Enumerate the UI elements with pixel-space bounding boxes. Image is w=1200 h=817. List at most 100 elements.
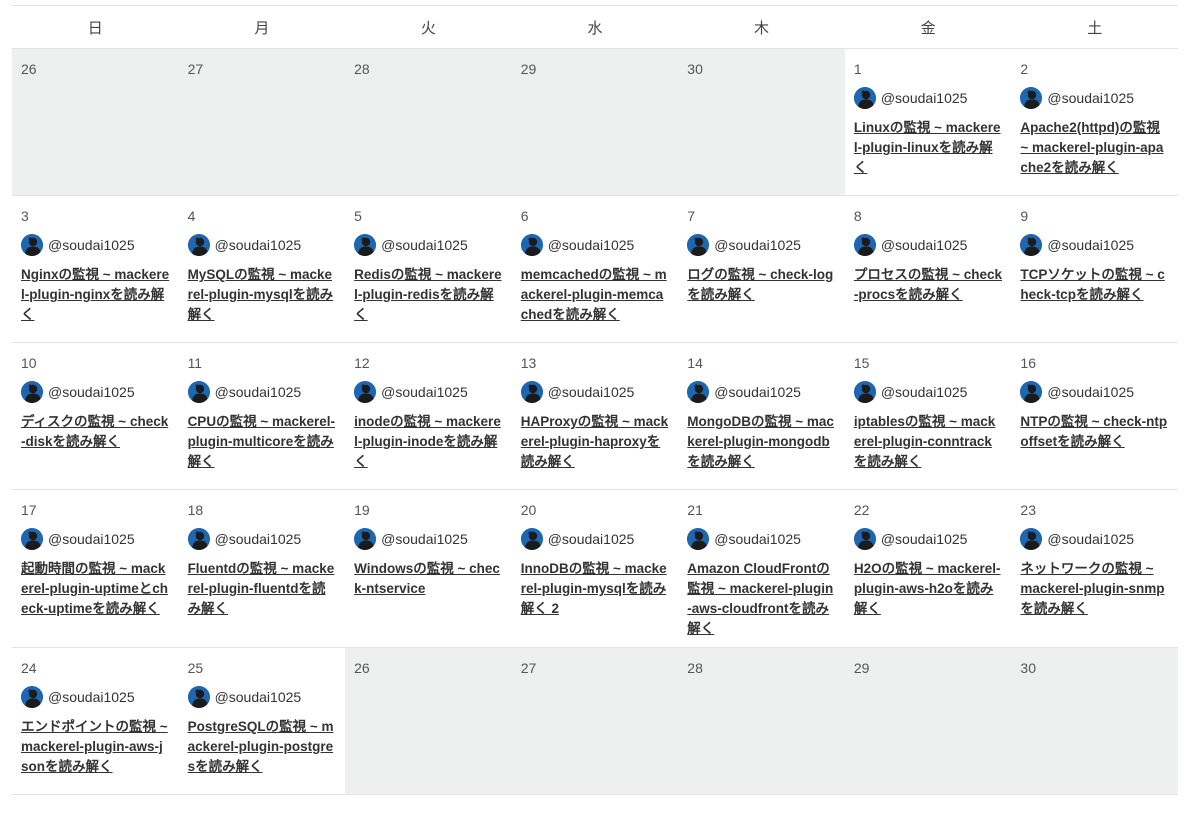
user-avatar-icon[interactable]: [21, 234, 43, 256]
user-avatar-icon[interactable]: [1020, 528, 1043, 550]
author-name[interactable]: @soudai1025: [548, 237, 635, 253]
entry-author[interactable]: @soudai1025: [187, 381, 337, 403]
author-name[interactable]: @soudai1025: [1047, 237, 1134, 253]
entry-title-link[interactable]: Apache2(httpd)の監視 ~ mackerel-plugin-apac…: [1020, 118, 1169, 178]
author-name[interactable]: @soudai1025: [548, 531, 635, 547]
author-name[interactable]: @soudai1025: [1047, 384, 1134, 400]
entry-title-link[interactable]: 起動時間の監視 ~ mackerel-plugin-uptimeとcheck-u…: [21, 559, 170, 619]
entry-title-link[interactable]: Windowsの監視 ~ check-ntservice: [354, 559, 503, 599]
entry-title-link[interactable]: TCPソケットの監視 ~ check-tcpを読み解く: [1020, 265, 1169, 305]
entry-author[interactable]: @soudai1025: [354, 528, 503, 550]
user-avatar-icon[interactable]: [187, 234, 210, 256]
entry-title-link[interactable]: Fluentdの監視 ~ mackerel-plugin-fluentdを読み解…: [188, 559, 337, 619]
entry-title-link[interactable]: ネットワークの監視 ~ mackerel-plugin-snmpを読み解く: [1020, 559, 1169, 619]
entry-title-link[interactable]: Redisの監視 ~ mackerel-plugin-redisを読み解く: [354, 265, 503, 325]
user-avatar-icon[interactable]: [187, 528, 210, 550]
user-avatar-icon[interactable]: [354, 528, 377, 550]
user-avatar-icon[interactable]: [1020, 87, 1043, 109]
entry-title-link[interactable]: CPUの監視 ~ mackerel-plugin-multicoreを読み解く: [188, 412, 337, 472]
user-avatar-icon[interactable]: [1020, 381, 1043, 403]
author-name[interactable]: @soudai1025: [714, 531, 801, 547]
entry-author[interactable]: @soudai1025: [21, 234, 170, 256]
author-name[interactable]: @soudai1025: [714, 237, 801, 253]
entry-author[interactable]: @soudai1025: [187, 234, 337, 256]
user-avatar-icon[interactable]: [687, 234, 710, 256]
user-avatar-icon[interactable]: [187, 686, 210, 708]
author-name[interactable]: @soudai1025: [215, 689, 302, 705]
entry-author[interactable]: @soudai1025: [520, 234, 670, 256]
author-name[interactable]: @soudai1025: [48, 384, 135, 400]
entry-author[interactable]: @soudai1025: [853, 234, 1003, 256]
user-avatar-icon[interactable]: [520, 234, 543, 256]
author-name[interactable]: @soudai1025: [48, 237, 135, 253]
entry-title-link[interactable]: InnoDBの監視 ~ mackerel-plugin-mysqlを読み解く 2: [521, 559, 670, 619]
user-avatar-icon[interactable]: [687, 381, 710, 403]
user-avatar-icon[interactable]: [853, 381, 876, 403]
entry-author[interactable]: @soudai1025: [687, 381, 836, 403]
author-name[interactable]: @soudai1025: [881, 237, 968, 253]
user-avatar-icon[interactable]: [1020, 234, 1043, 256]
author-name[interactable]: @soudai1025: [381, 237, 468, 253]
user-avatar-icon[interactable]: [21, 528, 43, 550]
user-avatar-icon[interactable]: [853, 234, 876, 256]
author-name[interactable]: @soudai1025: [881, 90, 968, 106]
entry-title-link[interactable]: memcachedの監視 ~ mackerel-plugin-memcached…: [521, 265, 670, 325]
entry-author[interactable]: @soudai1025: [187, 686, 337, 708]
user-avatar-icon[interactable]: [687, 528, 710, 550]
entry-title-link[interactable]: inodeの監視 ~ mackerel-plugin-inodeを読み解く: [354, 412, 503, 472]
entry-title-link[interactable]: Amazon CloudFrontの監視 ~ mackerel-plugin-a…: [687, 559, 836, 639]
entry-title-link[interactable]: プロセスの監視 ~ check-procsを読み解く: [854, 265, 1003, 305]
entry-title-link[interactable]: Linuxの監視 ~ mackerel-plugin-linuxを読み解く: [854, 118, 1003, 178]
entry-title-link[interactable]: ディスクの監視 ~ check-diskを読み解く: [21, 412, 170, 452]
author-name[interactable]: @soudai1025: [881, 384, 968, 400]
entry-author[interactable]: @soudai1025: [687, 234, 836, 256]
author-name[interactable]: @soudai1025: [548, 384, 635, 400]
entry-title-link[interactable]: エンドポイントの監視 ~ mackerel-plugin-aws-jsonを読み…: [21, 717, 170, 777]
author-name[interactable]: @soudai1025: [381, 531, 468, 547]
user-avatar-icon[interactable]: [853, 87, 876, 109]
user-avatar-icon[interactable]: [354, 381, 377, 403]
entry-author[interactable]: @soudai1025: [354, 234, 503, 256]
entry-title-link[interactable]: MySQLの監視 ~ mackerel-plugin-mysqlを読み解く: [188, 265, 337, 325]
entry-title-link[interactable]: Nginxの監視 ~ mackerel-plugin-nginxを読み解く: [21, 265, 170, 325]
author-name[interactable]: @soudai1025: [881, 531, 968, 547]
entry-author[interactable]: @soudai1025: [520, 381, 670, 403]
entry-author[interactable]: @soudai1025: [21, 381, 170, 403]
entry-author[interactable]: @soudai1025: [853, 87, 1003, 109]
entry-title-link[interactable]: MongoDBの監視 ~ mackerel-plugin-mongodbを読み解…: [687, 412, 836, 472]
user-avatar-icon[interactable]: [21, 686, 43, 708]
author-name[interactable]: @soudai1025: [714, 384, 801, 400]
entry-title-link[interactable]: NTPの監視 ~ check-ntpoffsetを読み解く: [1020, 412, 1169, 452]
entry-author[interactable]: @soudai1025: [1020, 234, 1169, 256]
entry-title-link[interactable]: iptablesの監視 ~ mackerel-plugin-conntrackを…: [854, 412, 1003, 472]
user-avatar-icon[interactable]: [520, 528, 543, 550]
user-avatar-icon[interactable]: [187, 381, 210, 403]
entry-author[interactable]: @soudai1025: [520, 528, 670, 550]
entry-title-link[interactable]: ログの監視 ~ check-logを読み解く: [687, 265, 836, 305]
entry-title-link[interactable]: PostgreSQLの監視 ~ mackerel-plugin-postgres…: [188, 717, 337, 777]
entry-author[interactable]: @soudai1025: [853, 528, 1003, 550]
user-avatar-icon[interactable]: [21, 381, 43, 403]
entry-author[interactable]: @soudai1025: [1020, 528, 1169, 550]
user-avatar-icon[interactable]: [853, 528, 876, 550]
entry-author[interactable]: @soudai1025: [187, 528, 337, 550]
entry-author[interactable]: @soudai1025: [853, 381, 1003, 403]
entry-title-link[interactable]: H2Oの監視 ~ mackerel-plugin-aws-h2oを読み解く: [854, 559, 1003, 619]
entry-author[interactable]: @soudai1025: [1020, 381, 1169, 403]
entry-author[interactable]: @soudai1025: [21, 528, 170, 550]
author-name[interactable]: @soudai1025: [1047, 90, 1134, 106]
user-avatar-icon[interactable]: [520, 381, 543, 403]
user-avatar-icon[interactable]: [354, 234, 377, 256]
entry-author[interactable]: @soudai1025: [21, 686, 170, 708]
entry-author[interactable]: @soudai1025: [354, 381, 503, 403]
author-name[interactable]: @soudai1025: [215, 531, 302, 547]
entry-title-link[interactable]: HAProxyの監視 ~ mackerel-plugin-haproxyを読み解…: [521, 412, 670, 472]
author-name[interactable]: @soudai1025: [215, 237, 302, 253]
author-name[interactable]: @soudai1025: [215, 384, 302, 400]
author-name[interactable]: @soudai1025: [48, 689, 135, 705]
author-name[interactable]: @soudai1025: [381, 384, 468, 400]
author-name[interactable]: @soudai1025: [48, 531, 135, 547]
author-name[interactable]: @soudai1025: [1047, 531, 1134, 547]
entry-author[interactable]: @soudai1025: [1020, 87, 1169, 109]
entry-author[interactable]: @soudai1025: [687, 528, 836, 550]
